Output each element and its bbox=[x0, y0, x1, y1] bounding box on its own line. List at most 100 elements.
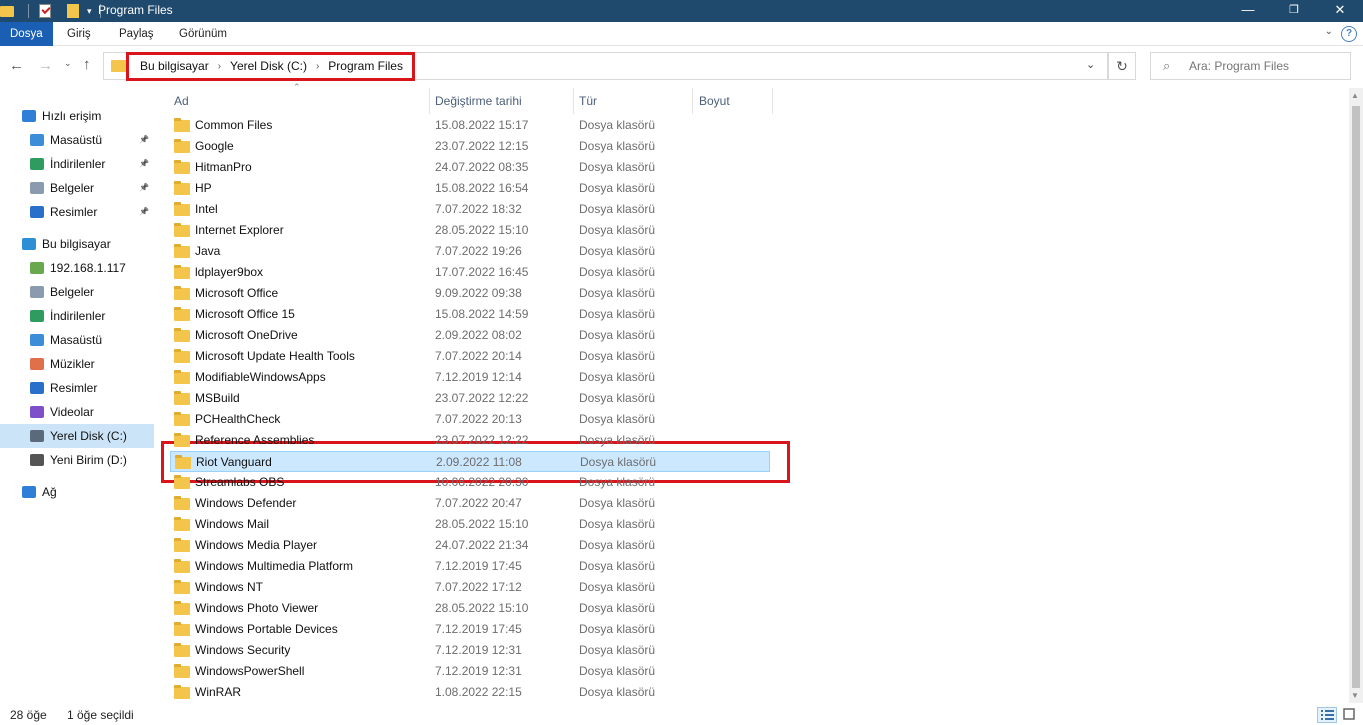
file-row[interactable]: Microsoft Office 15 15.08.2022 14:59 Dosya… bbox=[170, 304, 770, 325]
scroll-down-icon[interactable]: ▼ bbox=[1351, 691, 1359, 700]
file-row[interactable]: Java 7.07.2022 19:26 Dosya klasörü bbox=[170, 241, 770, 262]
file-row[interactable]: Microsoft Office 9.09.2022 09:38 Dosya kla… bbox=[170, 283, 770, 304]
chevron-down-icon[interactable]: ⌄ bbox=[1086, 58, 1095, 71]
file-row[interactable]: Intel 7.07.2022 18:32 Dosya klasörü bbox=[170, 199, 770, 220]
maximize-button[interactable]: ❐ bbox=[1271, 0, 1317, 22]
sidebar-item[interactable]: İndirilenler bbox=[0, 304, 154, 328]
column-header-type[interactable]: Tür bbox=[579, 88, 597, 114]
folder-icon bbox=[174, 391, 190, 405]
file-date: 24.07.2022 21:34 bbox=[435, 538, 529, 552]
file-date: 7.12.2019 12:31 bbox=[435, 664, 522, 678]
tab-share[interactable]: Paylaş bbox=[119, 22, 154, 46]
file-row[interactable]: ModifiableWindowsApps 7.12.2019 12:14 Dosy… bbox=[170, 367, 770, 388]
file-row[interactable]: Common Files 15.08.2022 15:17 Dosya klasör… bbox=[170, 115, 770, 136]
folder-icon bbox=[174, 307, 190, 321]
file-type: Dosya klasörü bbox=[580, 455, 657, 469]
minimize-button[interactable]: — bbox=[1225, 0, 1271, 22]
sidebar-item[interactable]: Masaüstü 📌 bbox=[0, 128, 154, 152]
column-divider[interactable] bbox=[772, 88, 773, 114]
file-date: 28.05.2022 15:10 bbox=[435, 517, 529, 531]
file-row[interactable]: WinRAR 1.08.2022 22:15 Dosya klasörü bbox=[170, 682, 770, 703]
file-row[interactable]: Reference Assemblies 23.07.2022 12:22 Dosy… bbox=[170, 430, 770, 451]
sidebar-item[interactable]: İndirilenler 📌 bbox=[0, 152, 154, 176]
file-row[interactable]: Windows Multimedia Platform 7.12.2019 17:… bbox=[170, 556, 770, 577]
sidebar-item[interactable]: Resimler 📌 bbox=[0, 200, 154, 224]
folder-icon bbox=[174, 328, 190, 342]
file-date: 2.09.2022 08:02 bbox=[435, 328, 522, 342]
recent-locations-icon[interactable]: ⌄ bbox=[64, 58, 72, 69]
tab-home[interactable]: Giriş bbox=[67, 22, 91, 46]
sidebar-item[interactable]: Ağ bbox=[0, 480, 154, 504]
file-row[interactable]: Windows Portable Devices 7.12.2019 17:45 D… bbox=[170, 619, 770, 640]
scroll-up-icon[interactable]: ▲ bbox=[1351, 91, 1359, 100]
file-row[interactable]: HP 15.08.2022 16:54 Dosya klasörü bbox=[170, 178, 770, 199]
file-row[interactable]: Google 23.07.2022 12:15 Dosya klasörü bbox=[170, 136, 770, 157]
column-divider[interactable] bbox=[692, 88, 693, 114]
file-row[interactable]: Windows Media Player 24.07.2022 21:34 Dosy… bbox=[170, 535, 770, 556]
sidebar-item[interactable]: Yerel Disk (C:) bbox=[0, 424, 154, 448]
file-row[interactable]: PCHealthCheck 7.07.2022 20:13 Dosya klasör… bbox=[170, 409, 770, 430]
file-name: Windows Mail bbox=[195, 517, 270, 531]
folder-icon bbox=[174, 202, 190, 216]
search-input[interactable] bbox=[1189, 59, 1339, 73]
sidebar-item-label: Yeni Birim (D:) bbox=[50, 453, 127, 467]
file-row[interactable]: Windows Security 7.12.2019 12:31 Dosya kla… bbox=[170, 640, 770, 661]
sidebar-item[interactable]: Resimler bbox=[0, 376, 154, 400]
file-row[interactable]: MSBuild 23.07.2022 12:22 Dosya klasörü bbox=[170, 388, 770, 409]
sidebar-item[interactable]: Belgeler 📌 bbox=[0, 176, 154, 200]
file-row[interactable]: Windows Mail 28.05.2022 15:10 Dosya klasör… bbox=[170, 514, 770, 535]
up-arrow-icon[interactable]: ↑ bbox=[83, 56, 91, 73]
details-view-icon[interactable] bbox=[1317, 707, 1337, 723]
close-button[interactable]: ✕ bbox=[1317, 0, 1363, 22]
file-date: 15.08.2022 16:54 bbox=[435, 181, 529, 195]
sidebar-item-label: Masaüstü bbox=[50, 133, 103, 147]
column-header-name[interactable]: Ad bbox=[174, 88, 189, 114]
column-divider[interactable] bbox=[573, 88, 574, 114]
expand-ribbon-icon[interactable]: ⌄ bbox=[1325, 26, 1333, 37]
sidebar-item[interactable]: Belgeler bbox=[0, 280, 154, 304]
file-row[interactable]: Microsoft OneDrive 2.09.2022 08:02 Dosya k… bbox=[170, 325, 770, 346]
vertical-scrollbar[interactable]: ▲ ▼ bbox=[1349, 88, 1363, 703]
drive-icon bbox=[30, 454, 44, 466]
column-divider[interactable] bbox=[429, 88, 430, 114]
file-row[interactable]: WindowsPowerShell 7.12.2019 12:31 Dosya kl… bbox=[170, 661, 770, 682]
tab-view[interactable]: Görünüm bbox=[179, 22, 227, 46]
column-header-date[interactable]: Değiştirme tarihi bbox=[435, 88, 522, 114]
file-row[interactable]: Internet Explorer 28.05.2022 15:10 Dosya k… bbox=[170, 220, 770, 241]
tab-file[interactable]: Dosya bbox=[0, 22, 53, 46]
file-row[interactable]: Streamlabs OBS 10.08.2022 20:30 Dosya klas… bbox=[170, 472, 770, 493]
scrollbar-thumb[interactable] bbox=[1352, 106, 1360, 688]
large-icons-view-icon[interactable] bbox=[1340, 707, 1360, 723]
file-type: Dosya klasörü bbox=[579, 538, 656, 552]
refresh-button[interactable]: ↻ bbox=[1108, 52, 1136, 80]
file-row[interactable]: Windows NT 7.07.2022 17:12 Dosya klasörü bbox=[170, 577, 770, 598]
file-row[interactable]: Microsoft Update Health Tools 7.07.2022 2… bbox=[170, 346, 770, 367]
pictures-icon bbox=[30, 206, 44, 218]
sidebar-item[interactable]: Masaüstü bbox=[0, 328, 154, 352]
sidebar-item[interactable]: Videolar bbox=[0, 400, 154, 424]
column-header-size[interactable]: Boyut bbox=[699, 88, 730, 114]
quick-access-toolbar: ▾ bbox=[0, 3, 101, 19]
sidebar-item[interactable]: Bu bilgisayar bbox=[0, 232, 154, 256]
properties-icon[interactable] bbox=[39, 4, 51, 18]
customize-toolbar-icon[interactable]: ▾ bbox=[87, 6, 92, 17]
search-box[interactable]: ⌕ bbox=[1150, 52, 1351, 80]
help-icon[interactable]: ? bbox=[1341, 26, 1357, 42]
sidebar-item[interactable]: Müzikler bbox=[0, 352, 154, 376]
new-folder-icon[interactable] bbox=[67, 4, 79, 18]
file-row[interactable]: ldplayer9box 17.07.2022 16:45 Dosya klasör… bbox=[170, 262, 770, 283]
sidebar-item[interactable]: 192.168.1.117 bbox=[0, 256, 154, 280]
back-arrow-icon[interactable]: ← bbox=[9, 57, 24, 74]
sidebar-item-label: İndirilenler bbox=[50, 309, 106, 323]
file-row[interactable]: HitmanPro 24.07.2022 08:35 Dosya klasörü bbox=[170, 157, 770, 178]
file-row[interactable]: Windows Photo Viewer 28.05.2022 15:10 Dosy… bbox=[170, 598, 770, 619]
sidebar-item[interactable]: Yeni Birim (D:) bbox=[0, 448, 154, 472]
file-name: Riot Vanguard bbox=[196, 455, 272, 469]
folder-icon bbox=[174, 160, 190, 174]
forward-arrow-icon[interactable]: → bbox=[38, 57, 53, 74]
network-icon bbox=[22, 486, 36, 498]
file-row[interactable]: Windows Defender 7.07.2022 20:47 Dosya kla… bbox=[170, 493, 770, 514]
file-row[interactable]: Riot Vanguard 2.09.2022 11:08 Dosya klasör… bbox=[170, 451, 770, 472]
file-name: Streamlabs OBS bbox=[195, 475, 285, 489]
sidebar-item[interactable]: Hızlı erişim bbox=[0, 104, 154, 128]
